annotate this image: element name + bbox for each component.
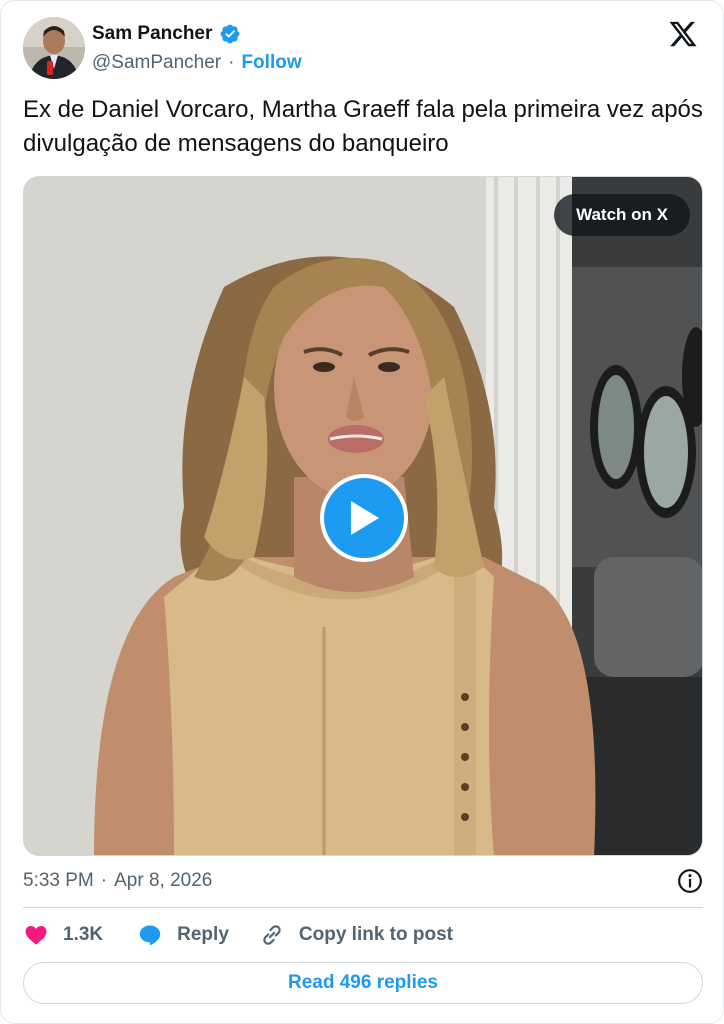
info-icon[interactable] — [677, 868, 703, 894]
video-player[interactable]: Watch on X — [23, 176, 703, 856]
copy-link-label: Copy link to post — [298, 924, 453, 945]
copy-link-button[interactable]: Copy link to post — [259, 922, 453, 948]
like-button[interactable]: 1.3K — [23, 923, 103, 947]
action-bar: 1.3K Reply Copy link to post — [23, 919, 453, 951]
author-avatar[interactable] — [23, 17, 85, 79]
author-handle-row: @SamPancher · Follow — [92, 51, 302, 75]
heart-icon — [25, 926, 47, 945]
reply-label: Reply — [177, 924, 229, 945]
author-name-row: Sam Pancher — [92, 21, 241, 47]
follow-button[interactable]: Follow — [241, 52, 301, 74]
play-icon — [351, 501, 379, 535]
author-name[interactable]: Sam Pancher — [92, 23, 212, 45]
play-button[interactable] — [320, 474, 408, 562]
link-icon — [263, 925, 281, 945]
reply-button[interactable]: Reply — [137, 923, 229, 947]
x-logo-icon[interactable] — [667, 19, 699, 49]
verified-badge-icon — [221, 24, 240, 44]
tweet-date[interactable]: Apr 8, 2026 — [114, 870, 212, 892]
read-replies-button[interactable]: Read 496 replies — [23, 962, 703, 1004]
tweet-time[interactable]: 5:33 PM — [23, 870, 94, 892]
tweet-text: Ex de Daniel Vorcaro, Martha Graeff fala… — [23, 96, 703, 157]
meta-separator: · — [100, 870, 108, 891]
watch-on-x-button[interactable]: Watch on X — [554, 194, 690, 236]
tweet-meta: 5:33 PM · Apr 8, 2026 — [23, 867, 703, 895]
handle-separator: · — [228, 52, 235, 73]
tweet-card: Sam Pancher @SamPancher · Follow Ex de D… — [0, 0, 724, 1024]
reply-bubble-icon — [139, 925, 161, 946]
like-count: 1.3K — [63, 924, 104, 945]
divider — [23, 907, 703, 908]
author-handle[interactable]: @SamPancher — [92, 52, 221, 74]
